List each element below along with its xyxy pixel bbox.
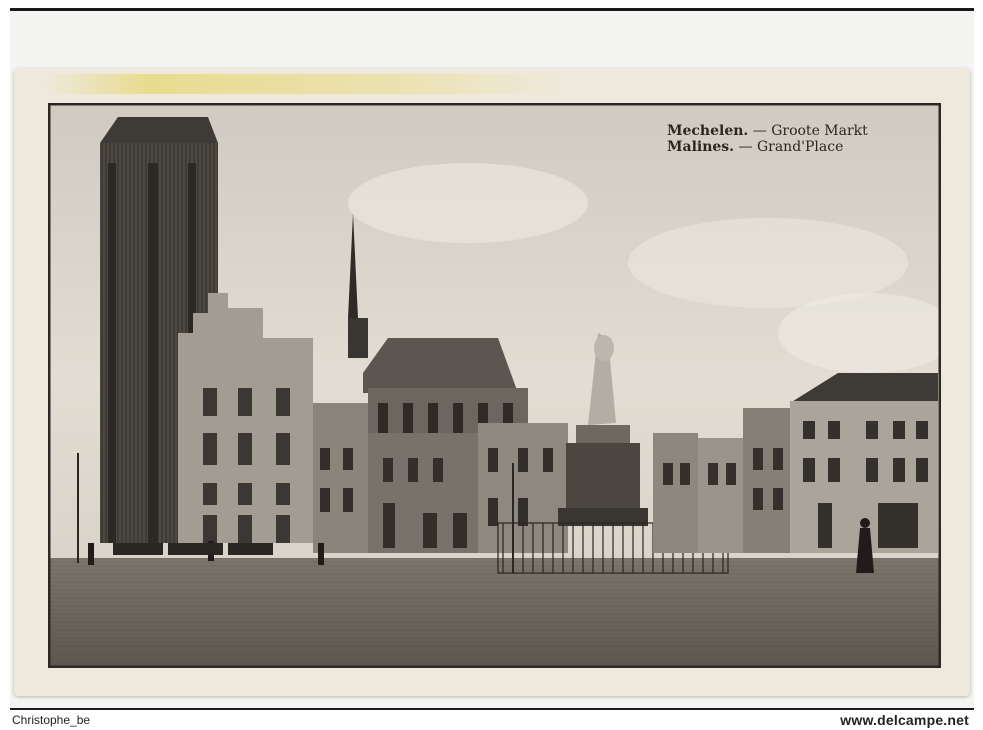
caption-name-dutch: Groote Markt: [771, 123, 868, 139]
bottom-rule: [10, 708, 974, 710]
caption-name-french: Grand'Place: [756, 139, 844, 155]
caption-place-dutch: Mechelen.: [667, 123, 749, 139]
uploader-label: Christophe_be: [12, 713, 91, 727]
caption-place-french: Malines.: [667, 139, 735, 155]
tape-stain: [44, 74, 564, 94]
cloud: [348, 163, 588, 243]
carriages: [113, 543, 273, 555]
site-watermark: www.delcampe.net: [840, 712, 969, 728]
caption-line-1: Mechelen. — Groote Markt: [667, 123, 868, 139]
postcard-photo: [48, 103, 941, 668]
postcard-caption: Mechelen. — Groote Markt Malines. — Gran…: [667, 123, 868, 155]
caption-line-2: Malines. — Grand'Place: [667, 139, 868, 155]
caption-separator: —: [734, 139, 757, 155]
caption-separator: —: [748, 123, 772, 139]
top-rule: [10, 8, 974, 11]
